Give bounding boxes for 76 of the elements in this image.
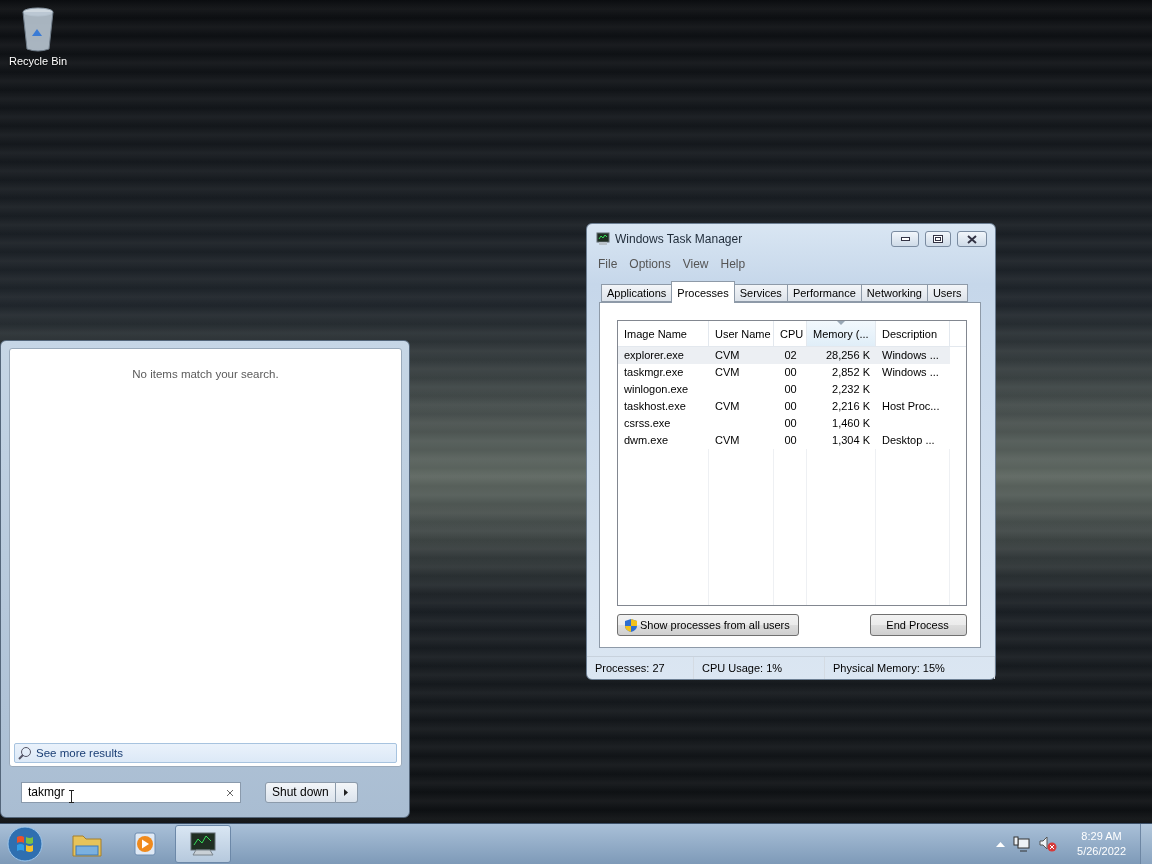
shield-icon bbox=[624, 617, 638, 633]
table-cell: CVM bbox=[709, 347, 774, 364]
tab[interactable]: Users bbox=[926, 284, 968, 302]
recycle-bin-icon bbox=[20, 6, 56, 52]
table-cell-text: Host Proc... bbox=[881, 399, 941, 414]
table-cell-text: 00 bbox=[783, 433, 798, 448]
table-cell-text: Desktop ... bbox=[881, 433, 936, 448]
table-cell-text: 2,216 K bbox=[831, 399, 871, 414]
tab[interactable]: Performance bbox=[786, 284, 862, 302]
see-more-results-button[interactable]: See more results bbox=[14, 743, 397, 764]
close-icon bbox=[967, 234, 977, 244]
table-cell-text: 00 bbox=[783, 382, 798, 397]
tab[interactable]: Processes bbox=[671, 281, 735, 303]
column-header[interactable]: Image Name bbox=[618, 321, 709, 347]
search-field[interactable]: takmgr bbox=[21, 781, 241, 803]
close-button[interactable] bbox=[957, 231, 987, 247]
text-cursor-icon bbox=[68, 789, 75, 803]
table-cell-text: dwm.exe bbox=[623, 433, 670, 448]
table-cell-text: csrss.exe bbox=[623, 416, 672, 431]
desktop-icon-label[interactable]: Recycle Bin bbox=[8, 55, 68, 67]
shut-down-button[interactable]: Shut down bbox=[265, 781, 336, 803]
play-icon bbox=[131, 830, 159, 858]
clock-time: 8:29 AM bbox=[1081, 829, 1122, 844]
taskbar-button[interactable] bbox=[175, 825, 231, 863]
status-text: CPU Usage: 1% bbox=[694, 657, 825, 679]
table-cell-text: 00 bbox=[783, 399, 798, 414]
shut-down-options-button[interactable] bbox=[335, 781, 358, 803]
table-cell-text: 00 bbox=[783, 365, 798, 380]
table-cell: 02 bbox=[774, 347, 807, 364]
table-cell: 28,256 K bbox=[807, 347, 876, 364]
tab[interactable]: Services bbox=[733, 284, 788, 302]
start-orb-icon bbox=[7, 826, 43, 862]
tab[interactable]: Applications bbox=[601, 284, 673, 302]
column-header[interactable]: Memory (... bbox=[807, 321, 876, 347]
column-header[interactable]: Description bbox=[876, 321, 950, 347]
minimize-icon bbox=[900, 237, 910, 241]
column-header[interactable]: CPU bbox=[774, 321, 807, 347]
muted-speaker-icon[interactable] bbox=[1039, 836, 1058, 852]
table-cell-text: winlogon.exe bbox=[623, 382, 690, 397]
table-cell-text: Windows ... bbox=[881, 365, 940, 380]
clear-icon[interactable] bbox=[226, 788, 234, 797]
table-cell-text: CVM bbox=[714, 399, 741, 414]
table-cell-text: CVM bbox=[714, 365, 741, 380]
show-all-processes-button[interactable]: Show processes from all users bbox=[617, 614, 799, 636]
menu-item[interactable]: Options bbox=[626, 257, 680, 271]
table-cell-text: 1,460 K bbox=[831, 416, 871, 431]
status-text: Physical Memory: 15% bbox=[825, 657, 995, 679]
minimize-button[interactable] bbox=[891, 231, 919, 247]
table-cell-text: CVM bbox=[714, 433, 741, 448]
no-results-message: No items match your search. bbox=[132, 368, 279, 380]
menu-item[interactable]: View bbox=[679, 257, 718, 271]
column-header[interactable]: User Name bbox=[709, 321, 774, 347]
table-cell: Windows ... bbox=[876, 347, 950, 364]
tab[interactable]: Networking bbox=[860, 284, 928, 302]
menu-item[interactable]: Help bbox=[717, 257, 755, 271]
up-arrow-icon bbox=[996, 841, 1006, 847]
start-button[interactable] bbox=[5, 824, 45, 864]
table-cell-text: taskhost.exe bbox=[623, 399, 687, 414]
network-icon[interactable] bbox=[1013, 836, 1032, 852]
sort-arrow-icon bbox=[837, 321, 845, 325]
search-icon bbox=[18, 746, 32, 761]
table-cell-text: taskmgr.exe bbox=[623, 365, 685, 380]
status-text: Processes: 27 bbox=[587, 657, 694, 679]
maximize-icon bbox=[933, 235, 943, 243]
maximize-button[interactable] bbox=[925, 231, 951, 247]
table-cell-text: 1,304 K bbox=[831, 433, 871, 448]
window-title: Windows Task Manager bbox=[615, 232, 744, 246]
table-cell-text: 00 bbox=[783, 416, 798, 431]
end-process-button[interactable]: End Process bbox=[870, 614, 967, 636]
table-cell-text: 2,232 K bbox=[831, 382, 871, 397]
right-arrow-icon bbox=[344, 788, 349, 796]
table-cell: explorer.exe bbox=[618, 347, 709, 364]
menu-item[interactable]: File bbox=[595, 257, 627, 271]
monitor-icon bbox=[595, 232, 611, 246]
clock-date: 5/26/2022 bbox=[1077, 844, 1126, 859]
table-cell-text: 2,852 K bbox=[831, 365, 871, 380]
